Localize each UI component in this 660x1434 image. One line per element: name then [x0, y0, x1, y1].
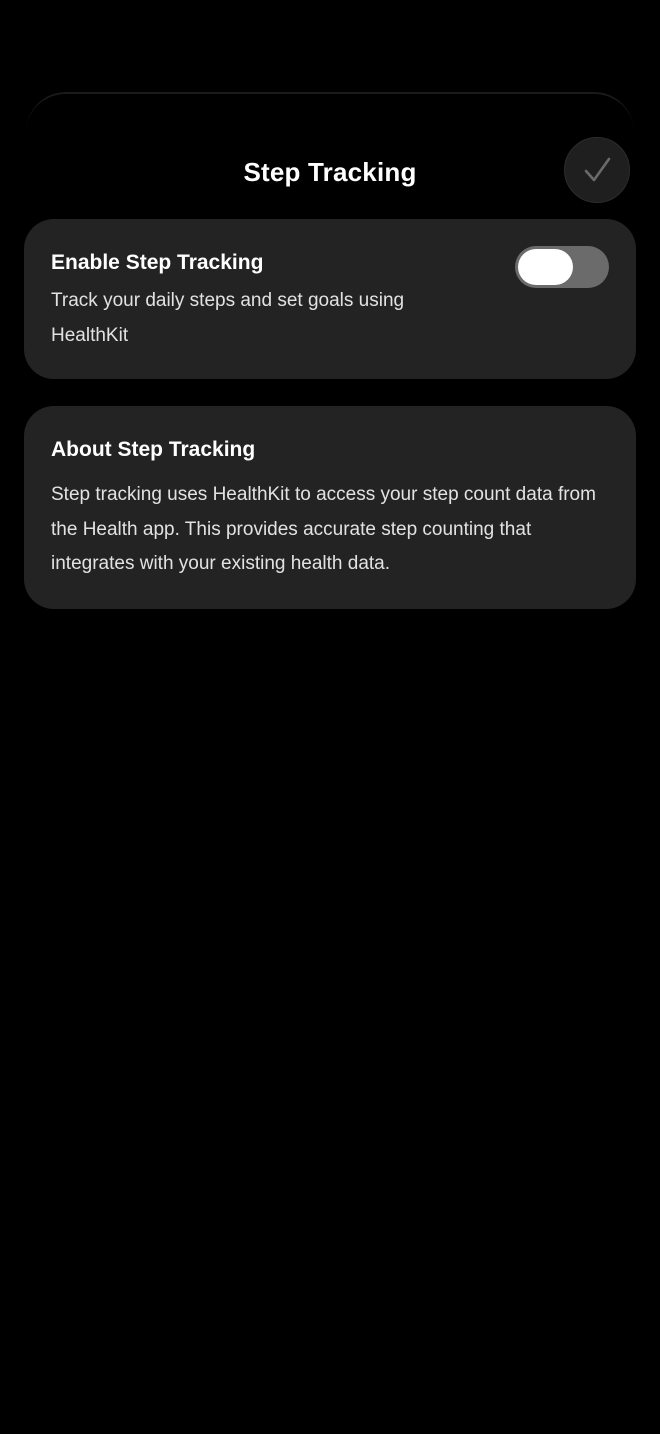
- done-button[interactable]: [564, 137, 630, 203]
- sheet-top-edge: [26, 92, 634, 132]
- checkmark-icon: [584, 157, 611, 182]
- enable-step-tracking-title: Enable Step Tracking: [51, 251, 264, 274]
- about-step-tracking-card: About Step Tracking Step tracking uses H…: [24, 406, 636, 609]
- step-tracking-toggle[interactable]: [515, 246, 609, 288]
- about-step-tracking-description: Step tracking uses HealthKit to access y…: [51, 484, 596, 574]
- enable-step-tracking-description: Track your daily steps and set goals usi…: [51, 290, 405, 346]
- toggle-knob: [518, 249, 573, 285]
- enable-step-tracking-card: Enable Step Tracking Track your daily st…: [24, 219, 636, 379]
- page-title: Step Tracking: [243, 157, 417, 187]
- about-step-tracking-title: About Step Tracking: [51, 438, 256, 461]
- header: Step Tracking: [0, 137, 660, 205]
